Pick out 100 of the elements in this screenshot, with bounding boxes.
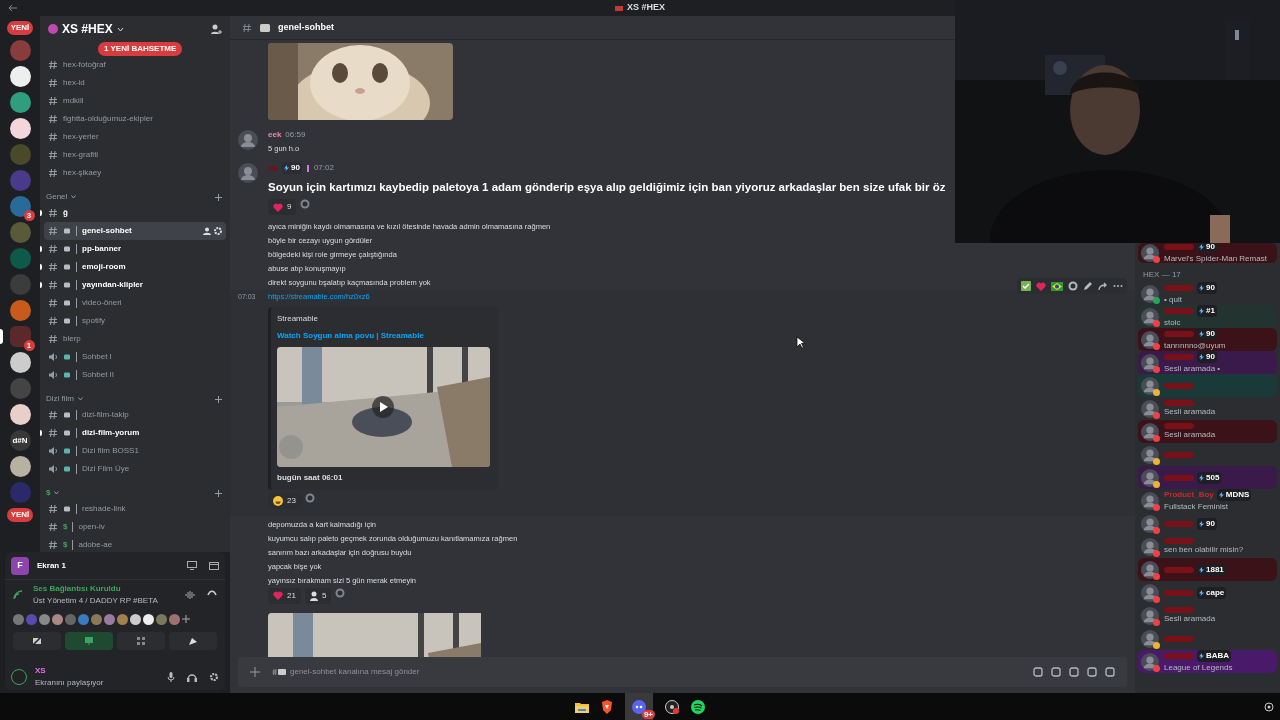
member-item[interactable]: 90 Marvel's Spider-Man Remast [1138, 243, 1277, 263]
add-member-icon[interactable] [210, 23, 222, 35]
add-icon[interactable] [182, 615, 190, 623]
channel-item[interactable]: Dizi Film Üye [44, 460, 226, 478]
server-icon[interactable]: d#N [9, 430, 31, 451]
server-icon[interactable] [9, 196, 31, 217]
add-channel-icon[interactable] [215, 193, 222, 201]
settings-icon[interactable] [209, 672, 219, 682]
reaction-button[interactable]: 23 [268, 492, 301, 509]
add-icon[interactable] [250, 667, 260, 677]
channel-item[interactable]: hex-şikaey [44, 164, 226, 182]
participant-avatar[interactable] [143, 613, 154, 625]
member-item[interactable]: 1881 [1138, 558, 1277, 581]
channel-item[interactable]: mdkill [44, 92, 226, 110]
add-channel-icon[interactable] [215, 489, 222, 497]
channel-item[interactable]: Sohbet II [44, 366, 226, 384]
folder-icon[interactable] [575, 700, 589, 713]
author-name[interactable]: eek [268, 129, 282, 141]
user-avatar[interactable] [1141, 514, 1159, 533]
member-item[interactable]: 90 [1138, 512, 1277, 535]
signal-icon[interactable] [13, 590, 25, 600]
voice-action-button[interactable] [117, 632, 165, 650]
add-reaction-icon[interactable] [300, 199, 311, 210]
category-label[interactable]: Dizi film [46, 393, 74, 405]
user-avatar[interactable] [1141, 537, 1159, 556]
user-avatar[interactable] [1141, 307, 1159, 326]
connection-status[interactable]: Ses Bağlantısı Kuruldu [33, 583, 158, 595]
server-name[interactable]: XS #HEX [62, 20, 113, 38]
mention-toast[interactable]: 1 YENİ BAHSETME [98, 42, 183, 56]
channel-item[interactable]: hex-grafiti [44, 146, 226, 164]
voice-action-button[interactable] [13, 632, 61, 650]
category-label[interactable]: $ [46, 487, 51, 499]
channel-item[interactable]: spotify [44, 312, 226, 330]
taskbar-app[interactable]: 9+ [625, 693, 653, 720]
microphone-icon[interactable] [167, 672, 175, 682]
channel-item[interactable]: hex-id [44, 74, 226, 92]
member-item[interactable]: 90 tanrınnno@uyum [1138, 328, 1277, 351]
user-avatar[interactable] [238, 163, 258, 183]
channel-item[interactable]: blerp [44, 330, 226, 348]
user-avatar[interactable] [1141, 445, 1159, 464]
settings-icon[interactable] [214, 227, 222, 235]
record-icon[interactable] [665, 699, 679, 714]
user-avatar[interactable] [1141, 284, 1159, 303]
reaction-button[interactable]: 9 [268, 199, 297, 216]
forward-icon[interactable] [1098, 281, 1108, 292]
member-item[interactable]: BABA League of Legends [1138, 650, 1277, 673]
member-item[interactable]: Sesli aramada [1138, 604, 1277, 627]
channel-item[interactable]: Dizi film BOSS1 [44, 442, 226, 460]
member-item[interactable]: 505 [1138, 466, 1277, 489]
participant-avatar[interactable] [130, 613, 141, 625]
user-avatar[interactable] [1141, 583, 1159, 602]
add-channel-icon[interactable] [215, 395, 222, 403]
server-icon[interactable] [9, 352, 31, 373]
server-icon[interactable] [9, 404, 31, 425]
edit-icon[interactable] [1083, 281, 1093, 292]
channel-item[interactable]: $ open-iv [44, 518, 226, 536]
new-pill[interactable]: YENİ [6, 21, 34, 35]
tray-icon[interactable] [1264, 701, 1274, 712]
server-icon[interactable] [9, 66, 31, 87]
back-icon[interactable] [8, 4, 18, 12]
channel-item[interactable]: hex-yerler [44, 128, 226, 146]
user-avatar[interactable] [1141, 491, 1159, 510]
member-item[interactable]: sen ben olabilir misin? [1138, 535, 1277, 558]
disconnect-icon[interactable] [207, 590, 217, 596]
reaction-button[interactable]: 21 [268, 587, 301, 604]
channel-item[interactable]: genel-sohbet [44, 222, 226, 240]
member-item[interactable]: Sesli aramada [1138, 397, 1277, 420]
member-item[interactable]: Product_Boy MDNS Fullstack Feminist [1138, 489, 1277, 512]
heart-icon[interactable] [1036, 281, 1046, 291]
add-reaction-icon[interactable] [304, 492, 315, 503]
add-reaction-icon[interactable] [1068, 281, 1078, 292]
user-avatar[interactable] [1141, 422, 1159, 441]
server-icon[interactable] [9, 456, 31, 477]
channel-item[interactable]: hex-fotoğraf [44, 56, 226, 74]
screen-icon[interactable] [187, 561, 197, 570]
flag-icon[interactable] [1051, 281, 1063, 291]
user-avatar[interactable] [1141, 560, 1159, 579]
soundwave-icon[interactable] [185, 590, 195, 600]
new-pill[interactable]: YENİ [6, 508, 34, 522]
member-item[interactable]: 90 Sesli aramada • [1138, 351, 1277, 374]
category-label[interactable]: Genel [46, 191, 68, 203]
shield-icon[interactable] [601, 699, 613, 714]
embed-title[interactable]: Watch Soygun alma povu | Streamable [277, 329, 492, 342]
channel-item[interactable]: video-öneri [44, 294, 226, 312]
channel-item[interactable]: fightta-olduğumuz-ekipler [44, 110, 226, 128]
voice-action-button[interactable] [169, 632, 217, 650]
channel-item[interactable]: dizi-film-takip [44, 406, 226, 424]
music-app-icon[interactable] [691, 699, 705, 714]
member-item[interactable]: #1 stoic [1138, 305, 1277, 328]
checkmark-icon[interactable] [1021, 281, 1031, 292]
user-avatar[interactable] [1141, 606, 1159, 625]
user-avatar[interactable] [1141, 353, 1159, 372]
user-avatar[interactable] [11, 669, 27, 685]
user-avatar[interactable] [1141, 652, 1159, 671]
user-avatar[interactable] [1141, 468, 1159, 487]
member-item[interactable]: cape [1138, 581, 1277, 604]
channel-item[interactable]: reshade-link [44, 500, 226, 518]
member-item[interactable]: 90 • quit [1138, 282, 1277, 305]
reaction-button[interactable]: 5 [304, 587, 332, 604]
member-item[interactable] [1138, 374, 1277, 397]
